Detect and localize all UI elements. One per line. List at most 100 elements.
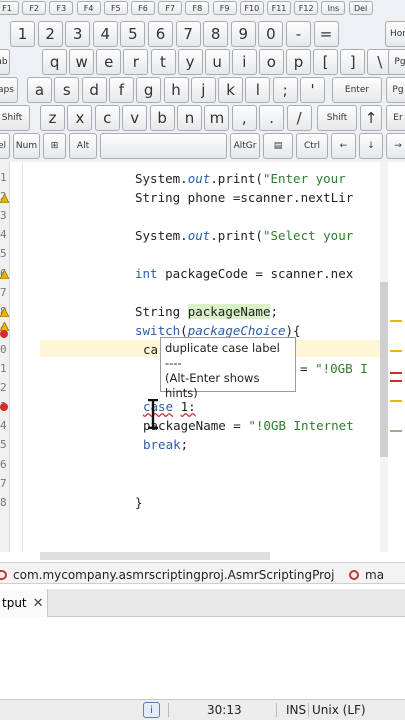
error-marker[interactable] [390, 380, 402, 382]
key-fn[interactable]: Del [348, 1, 373, 15]
key-letter[interactable]: e [96, 49, 122, 75]
key-number[interactable]: 3 [65, 21, 91, 47]
key-fn[interactable]: F6 [131, 1, 155, 15]
key-letter[interactable]: Shift [317, 105, 357, 131]
key-letter[interactable]: f [108, 77, 134, 103]
key-letter[interactable]: v [122, 105, 148, 131]
key-modifier[interactable]: ⊞ [43, 133, 66, 159]
key-letter[interactable]: ab [0, 49, 10, 75]
key-letter[interactable]: ↑ [360, 105, 382, 131]
key-letter[interactable]: w [69, 49, 95, 75]
key-number[interactable]: 0 [258, 21, 284, 47]
key-modifier[interactable]: ↓ [359, 133, 383, 159]
key-letter[interactable]: ] [340, 49, 366, 75]
key-letter[interactable]: m [204, 105, 230, 131]
key-letter[interactable]: aps [0, 77, 18, 103]
error-icon[interactable] [0, 330, 8, 338]
key-letter[interactable]: j [190, 77, 216, 103]
key-end[interactable]: Er [386, 105, 405, 131]
key-number[interactable]: 4 [92, 21, 118, 47]
key-letter[interactable]: q [42, 49, 68, 75]
key-number[interactable]: 5 [120, 21, 146, 47]
key-modifier[interactable]: el [0, 133, 10, 159]
key-fn[interactable]: F11 [267, 1, 291, 15]
key-fn[interactable]: Ins [321, 1, 346, 15]
key-letter[interactable]: l [245, 77, 271, 103]
key-letter[interactable]: Enter [332, 77, 382, 103]
key-modifier[interactable]: ← [331, 133, 356, 159]
key-fn[interactable]: F5 [103, 1, 128, 15]
warning-marker[interactable] [390, 400, 402, 402]
key-fn[interactable]: F9 [212, 1, 237, 15]
warning-icon[interactable] [0, 308, 9, 317]
output-panel[interactable] [0, 617, 405, 699]
key-number[interactable]: 8 [203, 21, 229, 47]
horizontal-scrollbar[interactable] [40, 552, 270, 560]
code-line[interactable]: packageName = "!0GB Internet [143, 418, 354, 433]
key-space[interactable] [100, 133, 227, 159]
key-letter[interactable]: o [258, 49, 284, 75]
close-icon[interactable]: ✕ [33, 596, 44, 611]
key-letter[interactable]: z [40, 105, 65, 131]
key-letter[interactable]: a [27, 77, 52, 103]
key-fn[interactable]: F1 [0, 1, 19, 15]
key-fn[interactable]: F8 [185, 1, 210, 15]
key-letter[interactable]: d [81, 77, 107, 103]
key-number[interactable]: - [286, 21, 311, 47]
key-letter[interactable]: i [231, 49, 257, 75]
warning-marker[interactable] [390, 320, 402, 322]
key-letter[interactable]: s [54, 77, 80, 103]
code-line[interactable]: = "!0GB I [300, 361, 368, 376]
key-modifier[interactable]: Num [13, 133, 40, 159]
key-modifier[interactable]: ▤ [263, 133, 293, 159]
error-icon[interactable] [0, 403, 8, 411]
code-line[interactable]: System.out.print("Enter your [135, 171, 346, 186]
key-fn[interactable]: F2 [22, 1, 47, 15]
key-letter[interactable]: ; [272, 77, 298, 103]
warning-marker[interactable] [390, 350, 402, 352]
key-number[interactable]: 7 [175, 21, 201, 47]
key-letter[interactable]: b [149, 105, 175, 131]
code-editor[interactable]: 123456789012345678 System.out.print("Ent… [0, 162, 405, 562]
key-modifier[interactable]: → [386, 133, 405, 159]
code-line[interactable]: } [135, 495, 143, 510]
key-letter[interactable]: x [67, 105, 93, 131]
code-line[interactable]: System.out.print("Select your [135, 228, 353, 243]
key-letter[interactable]: u [204, 49, 230, 75]
key-letter[interactable]: c [94, 105, 120, 131]
key-letter[interactable]: k [218, 77, 244, 103]
key-letter[interactable]: g [136, 77, 162, 103]
vertical-scrollbar-thumb[interactable] [380, 282, 388, 457]
key-letter[interactable]: , [231, 105, 257, 131]
key-letter[interactable]: / [286, 105, 312, 131]
code-line[interactable]: ca [143, 342, 158, 357]
key-fn[interactable]: F7 [158, 1, 183, 15]
hint-marker[interactable] [390, 430, 402, 432]
code-line[interactable]: switch(packageChoice){ [135, 323, 301, 338]
key-letter[interactable]: ' [300, 77, 325, 103]
editor-tab-second[interactable]: ma [349, 566, 384, 583]
key-pgup[interactable]: Pg [388, 49, 405, 75]
key-letter[interactable]: h [163, 77, 189, 103]
code-line[interactable]: String packageName; [135, 304, 278, 319]
key-letter[interactable]: t [150, 49, 176, 75]
key-number[interactable]: 2 [37, 21, 63, 47]
key-number[interactable]: 9 [230, 21, 256, 47]
key-modifier[interactable]: AltGr [230, 133, 260, 159]
error-marker[interactable] [390, 372, 402, 374]
key-letter[interactable]: p [286, 49, 311, 75]
key-modifier[interactable]: Alt [69, 133, 97, 159]
key-fn[interactable]: F12 [294, 1, 319, 15]
key-letter[interactable]: Shift [0, 105, 30, 131]
key-number[interactable]: 6 [148, 21, 173, 47]
key-pgdn[interactable]: Pg [386, 77, 405, 103]
code-line[interactable]: String phone =scanner.nextLir [135, 190, 353, 205]
key-home[interactable]: Hon [385, 21, 405, 47]
key-modifier[interactable]: Ctrl [296, 133, 328, 159]
code-line[interactable]: break; [143, 437, 188, 452]
key-letter[interactable]: [ [313, 49, 339, 75]
tab-output[interactable]: tput ✕ [0, 589, 48, 617]
warning-icon[interactable] [0, 194, 9, 203]
key-letter[interactable]: r [123, 49, 149, 75]
key-letter[interactable]: . [259, 105, 285, 131]
